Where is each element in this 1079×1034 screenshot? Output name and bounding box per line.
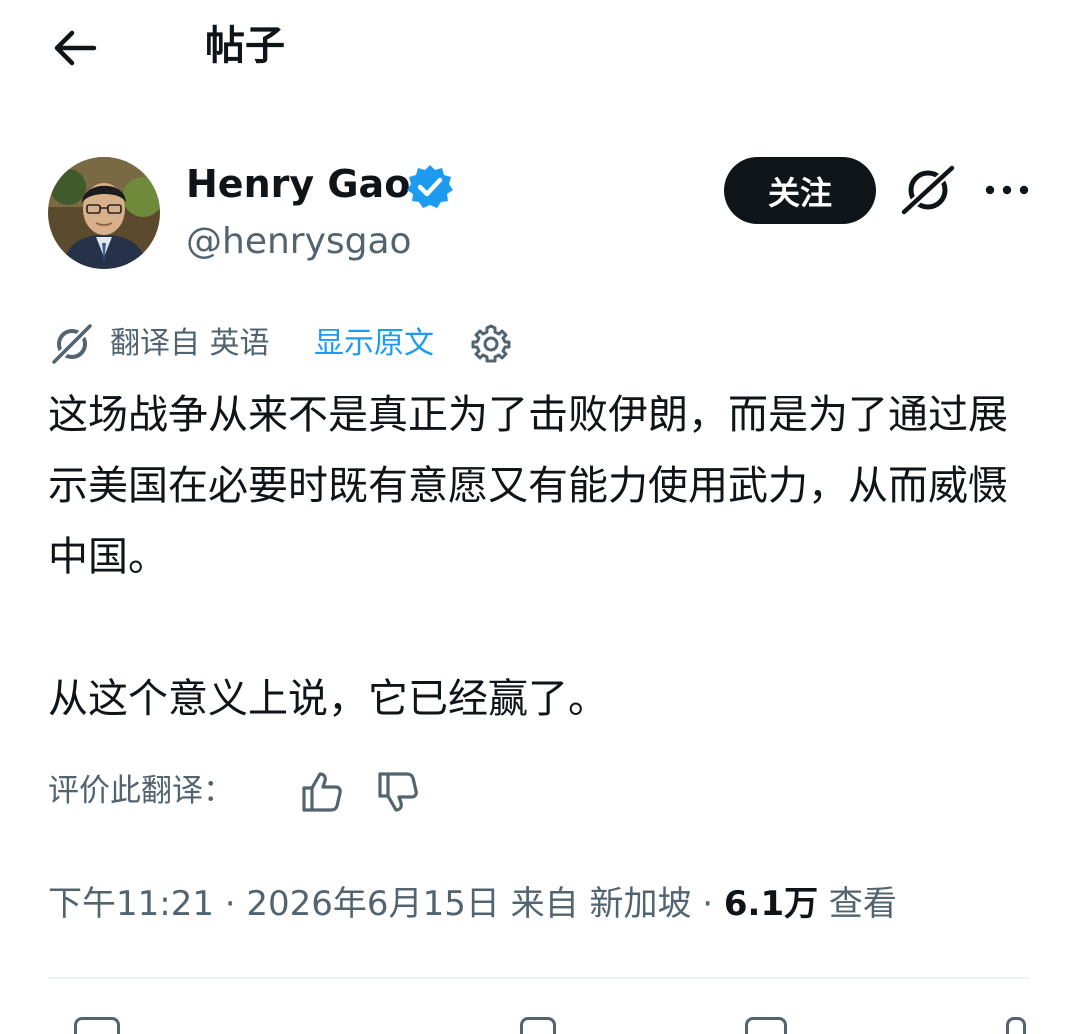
post-body: 这场战争从来不是真正为了击败伊朗，而是为了通过展示美国在必要时既有意愿又有能力使… — [48, 380, 1038, 735]
reply-icon[interactable] — [74, 1017, 120, 1034]
author-name[interactable]: Henry Gao — [186, 158, 410, 210]
verified-badge-icon — [405, 163, 455, 209]
show-original-link[interactable]: 显示原文 — [314, 318, 434, 370]
post-meta: 下午11:21 · 2026年6月15日 来自 新加坡 · 6.1万 查看 — [48, 876, 897, 932]
follow-button[interactable]: 关注 — [724, 157, 876, 224]
like-icon[interactable] — [520, 1017, 556, 1034]
post-paragraph: 这场战争从来不是真正为了击败伊朗，而是为了通过展示美国在必要时既有意愿又有能力使… — [48, 392, 1008, 580]
grok-icon[interactable] — [898, 162, 958, 218]
more-options-icon[interactable] — [982, 172, 1032, 208]
gear-icon[interactable] — [470, 322, 512, 366]
avatar[interactable] — [48, 157, 160, 269]
back-arrow-icon[interactable] — [50, 26, 98, 70]
view-count: 6.1万 — [723, 884, 819, 924]
rate-translation-label: 评价此翻译： — [48, 773, 234, 809]
page-title: 帖子 — [205, 23, 285, 69]
thumbs-down-icon[interactable] — [372, 766, 424, 818]
post-timestamp-location: 下午11:21 · 2026年6月15日 来自 新加坡 · — [48, 884, 724, 924]
author-handle[interactable]: @henrysgao — [186, 216, 412, 268]
bookmark-icon[interactable] — [745, 1017, 787, 1034]
divider — [48, 977, 1030, 979]
post-paragraph: 从这个意义上说，它已经赢了。 — [48, 676, 608, 722]
thumbs-up-icon[interactable] — [296, 766, 348, 818]
share-icon[interactable] — [1006, 1017, 1026, 1034]
translated-from-label: 翻译自 英语 — [110, 326, 270, 361]
views-label: 查看 — [818, 884, 897, 924]
translate-grok-icon — [48, 322, 96, 366]
